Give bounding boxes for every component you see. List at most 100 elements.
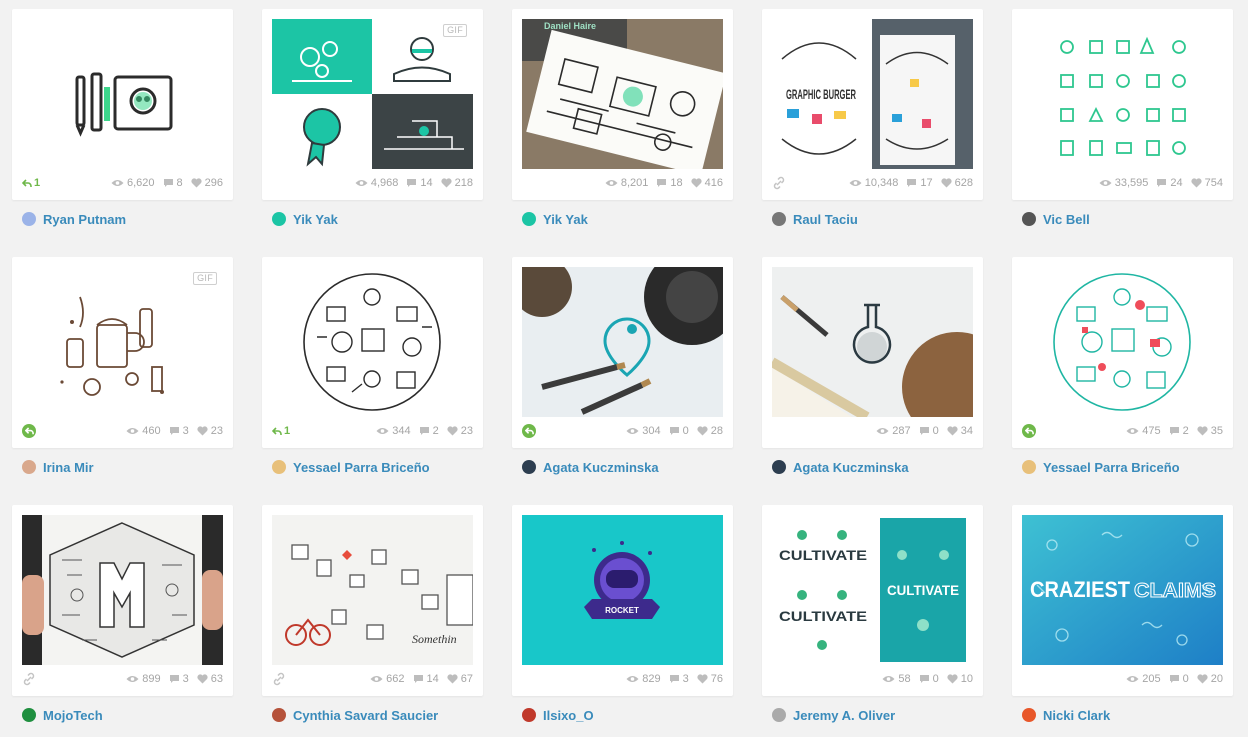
- likes-stat[interactable]: 28: [697, 425, 723, 437]
- shot-thumbnail[interactable]: GIF: [272, 19, 473, 169]
- shot-author[interactable]: Cynthia Savard Saucier: [262, 708, 483, 723]
- likes-stat[interactable]: 76: [697, 673, 723, 685]
- author-name[interactable]: Nicki Clark: [1043, 708, 1110, 723]
- comments-stat[interactable]: 0: [919, 673, 939, 685]
- shot-author[interactable]: Raul Taciu: [762, 212, 983, 227]
- avatar[interactable]: [772, 212, 786, 226]
- avatar[interactable]: [1022, 708, 1036, 722]
- shot-thumbnail[interactable]: GRAPHIC BURGER: [772, 19, 973, 169]
- shot-thumbnail[interactable]: Somethin: [272, 515, 473, 665]
- likes-stat[interactable]: 34: [947, 425, 973, 437]
- avatar[interactable]: [522, 212, 536, 226]
- shot-thumbnail[interactable]: Daniel Haire: [522, 19, 723, 169]
- comments-stat[interactable]: 2: [1169, 425, 1189, 437]
- shot-author[interactable]: Yik Yak: [262, 212, 483, 227]
- likes-stat[interactable]: 754: [1191, 177, 1223, 189]
- shot-thumbnail[interactable]: CULTIVATE CULTIVATE CULTIVATE: [772, 515, 973, 665]
- comments-stat[interactable]: 3: [669, 673, 689, 685]
- shot-thumbnail[interactable]: [1022, 267, 1223, 417]
- author-name[interactable]: Cynthia Savard Saucier: [293, 708, 438, 723]
- comments-stat[interactable]: 24: [1156, 177, 1183, 189]
- author-name[interactable]: Vic Bell: [1043, 212, 1090, 227]
- comments-stat[interactable]: 14: [413, 673, 439, 685]
- likes-stat[interactable]: 416: [691, 177, 723, 189]
- shot-author[interactable]: Yessael Parra Briceño: [262, 460, 483, 475]
- author-name[interactable]: Yik Yak: [543, 212, 588, 227]
- rebound-button[interactable]: [1022, 424, 1036, 438]
- shot-thumbnail[interactable]: [22, 19, 223, 169]
- shot-author[interactable]: Jeremy A. Oliver: [762, 708, 983, 723]
- shot-thumbnail[interactable]: CRAZIEST CLAIMS: [1022, 515, 1223, 665]
- author-name[interactable]: Yessael Parra Briceño: [293, 460, 430, 475]
- likes-stat[interactable]: 20: [1197, 673, 1223, 685]
- likes-stat[interactable]: 23: [197, 425, 223, 437]
- shot-thumbnail[interactable]: [272, 267, 473, 417]
- shot-author[interactable]: Yessael Parra Briceño: [1012, 460, 1233, 475]
- shot-author[interactable]: Nicki Clark: [1012, 708, 1233, 723]
- shot-thumbnail[interactable]: GIF: [22, 267, 223, 417]
- comments-stat[interactable]: 2: [419, 425, 439, 437]
- attachment-link[interactable]: [22, 671, 36, 687]
- shot-author[interactable]: Ilsixo_O: [512, 708, 733, 723]
- shot-thumbnail[interactable]: [522, 267, 723, 417]
- author-name[interactable]: Yik Yak: [293, 212, 338, 227]
- likes-stat[interactable]: 23: [447, 425, 473, 437]
- likes-stat[interactable]: 628: [941, 177, 973, 189]
- likes-stat[interactable]: 67: [447, 673, 473, 685]
- likes-stat[interactable]: 63: [197, 673, 223, 685]
- likes-stat[interactable]: 296: [191, 177, 223, 189]
- comments-stat[interactable]: 0: [1169, 673, 1189, 685]
- author-name[interactable]: Jeremy A. Oliver: [793, 708, 895, 723]
- avatar[interactable]: [1022, 460, 1036, 474]
- avatar[interactable]: [772, 460, 786, 474]
- author-name[interactable]: Ryan Putnam: [43, 212, 126, 227]
- comments-stat[interactable]: 0: [919, 425, 939, 437]
- shot-thumbnail[interactable]: ROCKET: [522, 515, 723, 665]
- avatar[interactable]: [22, 460, 36, 474]
- avatar[interactable]: [772, 708, 786, 722]
- avatar[interactable]: [522, 708, 536, 722]
- shot-thumbnail[interactable]: [772, 267, 973, 417]
- likes-stat[interactable]: 35: [1197, 425, 1223, 437]
- rebound-count[interactable]: 1: [272, 425, 290, 437]
- comments-stat[interactable]: 17: [906, 177, 933, 189]
- comments-stat[interactable]: 0: [669, 425, 689, 437]
- attachment-link[interactable]: [272, 671, 286, 687]
- shot-author[interactable]: Vic Bell: [1012, 212, 1233, 227]
- shot-author[interactable]: Agata Kuczminska: [512, 460, 733, 475]
- card-heading-text: Daniel Haire: [544, 21, 596, 31]
- avatar[interactable]: [22, 708, 36, 722]
- avatar[interactable]: [22, 212, 36, 226]
- author-name[interactable]: Irina Mir: [43, 460, 94, 475]
- shot-author[interactable]: Ryan Putnam: [12, 212, 233, 227]
- rebound-count[interactable]: 1: [22, 177, 40, 189]
- avatar[interactable]: [1022, 212, 1036, 226]
- likes-stat[interactable]: 218: [441, 177, 473, 189]
- shot-author[interactable]: Agata Kuczminska: [762, 460, 983, 475]
- author-name[interactable]: MojoTech: [43, 708, 103, 723]
- attachment-link[interactable]: [772, 175, 786, 191]
- likes-stat[interactable]: 10: [947, 673, 973, 685]
- comments-stat[interactable]: 3: [169, 425, 189, 437]
- rebound-button[interactable]: [522, 424, 536, 438]
- rebound-button[interactable]: [22, 424, 36, 438]
- comments-stat[interactable]: 18: [656, 177, 683, 189]
- avatar[interactable]: [272, 708, 286, 722]
- author-name[interactable]: Raul Taciu: [793, 212, 858, 227]
- author-name[interactable]: Yessael Parra Briceño: [1043, 460, 1180, 475]
- comments-stat[interactable]: 3: [169, 673, 189, 685]
- avatar[interactable]: [272, 212, 286, 226]
- heart-icon: [947, 674, 958, 684]
- shot-author[interactable]: MojoTech: [12, 708, 233, 723]
- author-name[interactable]: Ilsixo_O: [543, 708, 594, 723]
- avatar[interactable]: [272, 460, 286, 474]
- shot-thumbnail[interactable]: [1022, 19, 1223, 169]
- avatar[interactable]: [522, 460, 536, 474]
- author-name[interactable]: Agata Kuczminska: [543, 460, 659, 475]
- shot-thumbnail[interactable]: [22, 515, 223, 665]
- shot-author[interactable]: Yik Yak: [512, 212, 733, 227]
- author-name[interactable]: Agata Kuczminska: [793, 460, 909, 475]
- shot-author[interactable]: Irina Mir: [12, 460, 233, 475]
- comments-stat[interactable]: 8: [163, 177, 183, 189]
- comments-stat[interactable]: 14: [406, 177, 433, 189]
